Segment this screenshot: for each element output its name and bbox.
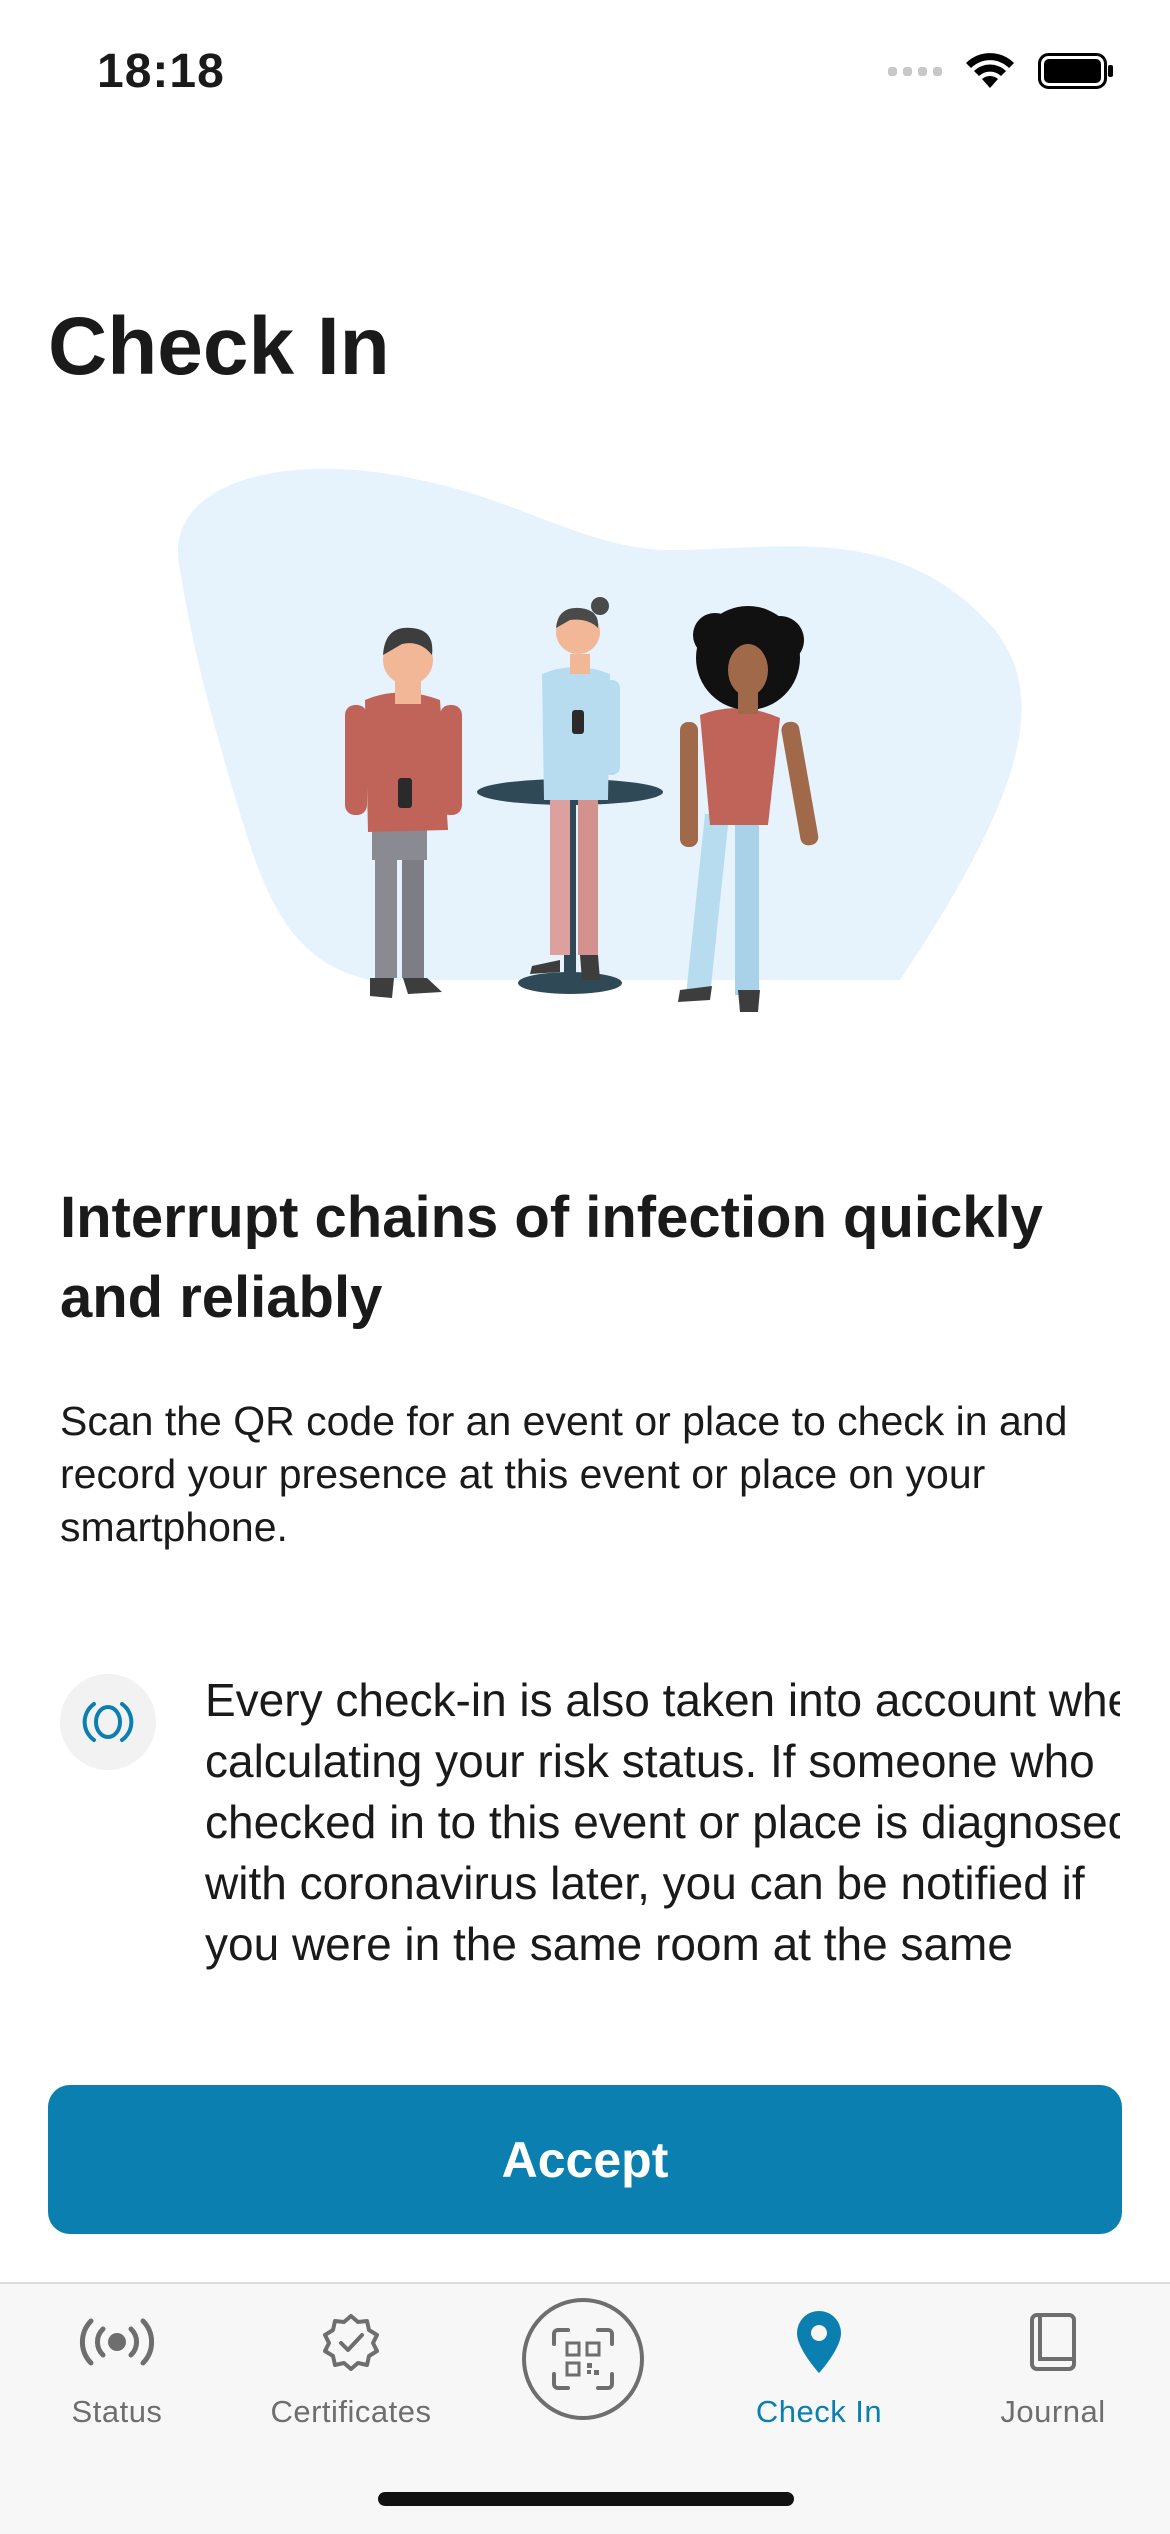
status-bar: 18:18 (0, 0, 1170, 150)
intro-text: Scan the QR code for an event or place t… (60, 1398, 1068, 1550)
status-icons (888, 52, 1114, 90)
tab-status[interactable]: Status (0, 2302, 234, 2430)
tab-journal-label: Journal (1000, 2394, 1106, 2429)
tab-certificates-label: Certificates (270, 2394, 432, 2429)
qr-scan-button[interactable] (522, 2298, 644, 2420)
journal-book-icon (1030, 2313, 1076, 2371)
home-indicator[interactable] (378, 2492, 794, 2506)
tab-check-in[interactable]: Check In (702, 2302, 936, 2430)
battery-icon (1038, 53, 1113, 89)
tab-certificates[interactable]: Certificates (234, 2302, 468, 2430)
risk-info-text: Every check-in is also taken into accoun… (205, 1674, 1120, 1970)
people-at-table-illustration (177, 468, 1022, 1012)
tab-journal[interactable]: Journal (936, 2302, 1170, 2430)
wifi-icon (966, 53, 1014, 88)
headline: Interrupt chains of infection quickly an… (60, 1185, 1043, 1330)
accept-button[interactable]: Accept (48, 2085, 1122, 2234)
location-pin-icon (797, 2311, 841, 2373)
tab-check-in-label: Check In (755, 2394, 883, 2429)
page-title: Check In (48, 301, 390, 392)
tab-status-label: Status (71, 2394, 163, 2429)
risk-info-row: Every check-in is also taken into accoun… (60, 1670, 1120, 2030)
status-time: 18:18 (97, 45, 225, 98)
broadcast-icon (79, 2318, 155, 2366)
certificate-badge-icon (323, 2314, 379, 2371)
risk-radar-icon (60, 1674, 156, 1770)
qr-scan-icon (552, 2328, 614, 2390)
cellular-signal-icon (888, 66, 942, 76)
